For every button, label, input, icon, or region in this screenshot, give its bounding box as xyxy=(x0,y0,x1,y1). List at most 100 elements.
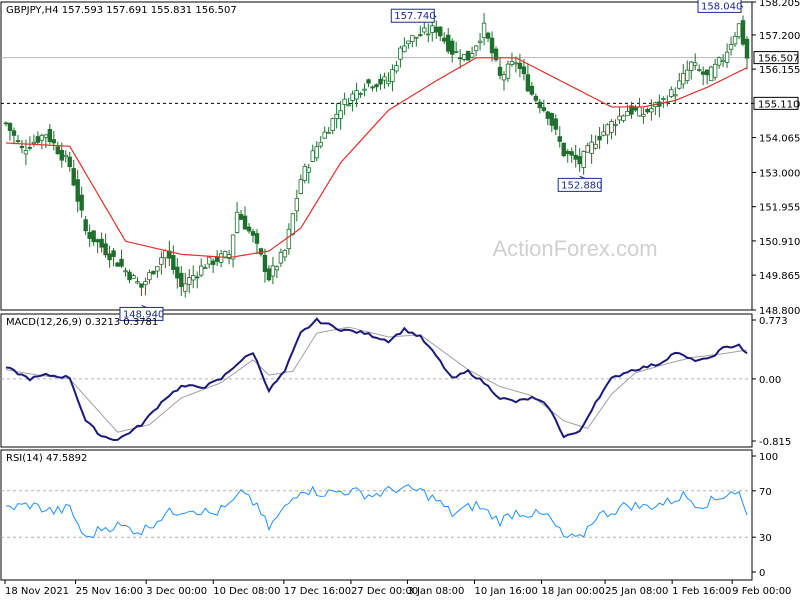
x-tick-label: 17 Dec 16:00 xyxy=(284,586,351,597)
candle-body xyxy=(306,167,311,173)
candle-body xyxy=(477,40,483,43)
x-tick-label: 3 Jan 08:00 xyxy=(407,586,464,597)
candle-body xyxy=(673,94,678,97)
candle-body xyxy=(350,93,355,101)
candle-body xyxy=(274,266,280,271)
rsi-tick-label: 70 xyxy=(759,487,772,498)
candle-body xyxy=(557,136,562,142)
candle-body xyxy=(7,122,13,131)
rsi-panel xyxy=(0,449,753,581)
candle-body xyxy=(338,110,343,119)
rsi-tick-label: 30 xyxy=(759,533,772,544)
candle-body xyxy=(346,104,351,107)
candle-body xyxy=(358,93,363,95)
candle-body xyxy=(366,79,371,84)
candle-body xyxy=(262,255,268,273)
rsi-tick-label: 100 xyxy=(759,452,778,463)
candle-body xyxy=(218,253,224,263)
candle-body xyxy=(35,136,41,143)
candle-body xyxy=(183,283,188,292)
candle-body xyxy=(51,139,57,144)
candle-body xyxy=(728,44,734,50)
candle-body xyxy=(410,35,415,42)
candle-body xyxy=(330,118,335,131)
rsi-header: RSI(14) 47.5892 xyxy=(6,453,88,464)
candle-body xyxy=(3,122,9,125)
candle-body xyxy=(577,156,582,165)
macd-tick-label: 0.773 xyxy=(759,316,788,327)
candle-body xyxy=(210,260,216,265)
candle-body xyxy=(15,140,21,142)
candle-body xyxy=(71,168,76,186)
candle-body xyxy=(99,238,104,248)
candle-body xyxy=(414,36,419,39)
candle-body xyxy=(91,230,96,243)
candle-body xyxy=(704,69,710,76)
candle-body xyxy=(453,50,459,53)
rsi-tick-label: 0 xyxy=(759,568,765,579)
candle-body xyxy=(533,95,539,101)
candle-body xyxy=(151,270,156,275)
candle-body xyxy=(525,74,531,92)
candle-body xyxy=(390,69,395,82)
candle-body xyxy=(39,134,45,141)
candle-body xyxy=(465,50,471,61)
candle-body xyxy=(47,128,53,143)
candle-body xyxy=(613,124,618,126)
annotation-label: 152.880 xyxy=(561,180,602,191)
candle-body xyxy=(716,57,722,66)
candle-body xyxy=(199,265,204,276)
candle-body xyxy=(202,267,208,269)
candle-body xyxy=(254,233,260,244)
candle-body xyxy=(43,134,49,138)
candle-body xyxy=(720,59,726,62)
x-tick-label: 18 Jan 00:00 xyxy=(542,586,605,597)
candle-body xyxy=(529,85,535,95)
candle-body xyxy=(55,146,60,155)
candle-body xyxy=(469,53,475,58)
candle-body xyxy=(195,276,200,279)
candle-body xyxy=(131,275,136,279)
candle-body xyxy=(553,118,558,130)
candle-body xyxy=(609,120,614,133)
candle-body xyxy=(214,256,220,262)
candle-body xyxy=(294,198,300,212)
candle-body xyxy=(386,80,391,85)
candle-body xyxy=(661,97,666,100)
annotation-label: 158.040 xyxy=(701,1,742,12)
candle-body xyxy=(501,74,507,81)
candle-body xyxy=(127,271,132,281)
candle-body xyxy=(541,107,547,111)
candle-body xyxy=(481,22,487,39)
candle-body xyxy=(139,283,144,288)
x-tick-label: 18 Nov 2021 xyxy=(5,586,69,597)
candle-body xyxy=(370,86,375,89)
candle-body xyxy=(27,146,33,149)
price-tick-label: 154.065 xyxy=(759,134,800,145)
candle-body xyxy=(222,251,228,258)
candle-body xyxy=(461,54,467,60)
candle-body xyxy=(422,27,427,33)
x-tick-label: 10 Jan 16:00 xyxy=(474,586,537,597)
candle-body xyxy=(59,149,64,161)
rsi-line xyxy=(5,484,748,539)
candle-body xyxy=(266,268,272,281)
candle-body xyxy=(561,142,566,157)
candle-body xyxy=(258,248,264,255)
x-tick-label: 10 Dec 08:00 xyxy=(213,586,280,597)
candle-body xyxy=(605,124,610,136)
chart-canvas: ActionForex.com 158.205 157.200 156.155 155.… xyxy=(0,0,800,597)
candle-body xyxy=(286,228,292,250)
x-tick-label: 25 Nov 16:00 xyxy=(76,586,143,597)
candle-body xyxy=(449,40,455,55)
candle-body xyxy=(270,265,276,277)
candle-body xyxy=(206,256,212,265)
candle-body xyxy=(83,219,88,232)
candle-body xyxy=(406,40,411,44)
candle-body xyxy=(87,232,92,239)
candle-body xyxy=(374,84,379,88)
candle-body xyxy=(565,150,570,155)
candle-body xyxy=(497,66,503,76)
candle-body xyxy=(625,111,630,117)
price-tick-label: 156.155 xyxy=(759,65,800,76)
